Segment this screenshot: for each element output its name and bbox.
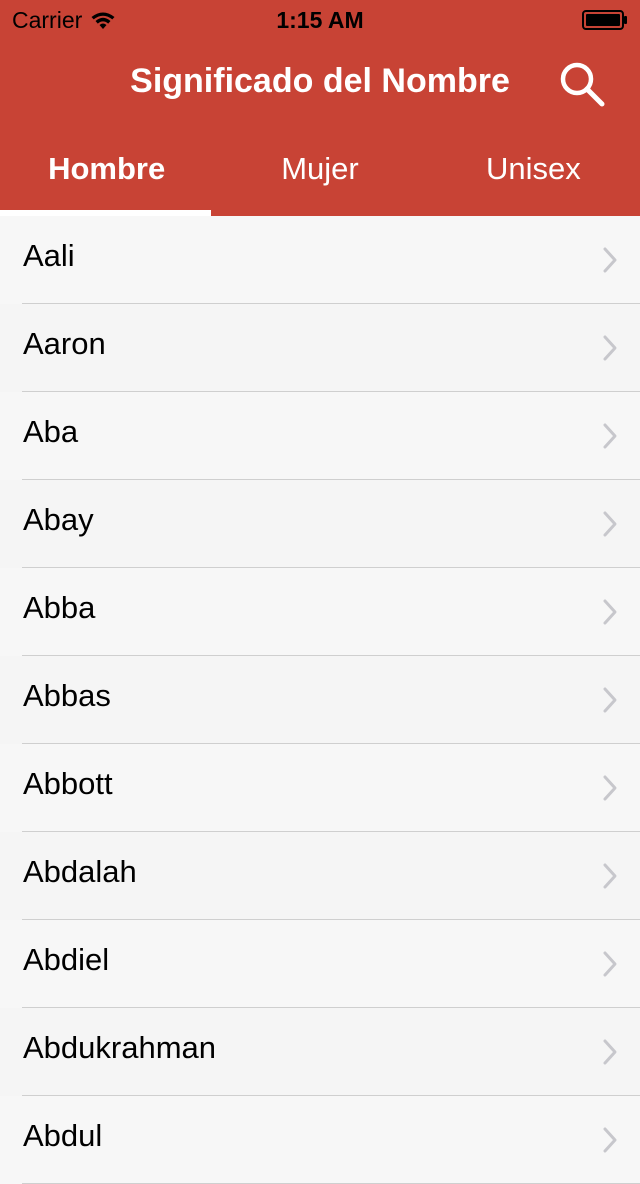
- list-item[interactable]: Aba: [0, 392, 640, 480]
- status-bar: Carrier 1:15 AM: [0, 0, 640, 40]
- chevron-right-icon: [603, 951, 617, 977]
- name-label: Abdalah: [23, 854, 137, 889]
- search-button[interactable]: [556, 58, 608, 110]
- name-label: Abbas: [23, 678, 111, 713]
- name-label: Abbott: [23, 766, 113, 801]
- name-label: Abdiel: [23, 942, 110, 977]
- chevron-right-icon: [603, 1039, 617, 1065]
- names-list: Aali Aaron Aba Abay Abba Abbas Abbott Ab…: [0, 216, 640, 1184]
- list-item[interactable]: Abdukrahman: [0, 1008, 640, 1096]
- list-item[interactable]: Abbas: [0, 656, 640, 744]
- list-item[interactable]: Aali: [0, 216, 640, 304]
- status-time: 1:15 AM: [276, 7, 364, 33]
- chevron-right-icon: [603, 335, 617, 361]
- chevron-right-icon: [603, 247, 617, 273]
- list-item[interactable]: Abdul: [0, 1096, 640, 1184]
- name-label: Aba: [23, 414, 79, 449]
- list-item[interactable]: Abdalah: [0, 832, 640, 920]
- list-item[interactable]: Abdiel: [0, 920, 640, 1008]
- chevron-right-icon: [603, 863, 617, 889]
- name-label: Abdul: [23, 1118, 103, 1153]
- page-title: Significado del Nombre: [130, 62, 510, 100]
- name-label: Aaron: [23, 326, 106, 361]
- header: Carrier 1:15 AM Significado del Nombre H…: [0, 0, 640, 216]
- list-item[interactable]: Abay: [0, 480, 640, 568]
- tab-unisex[interactable]: Unisex: [427, 140, 640, 216]
- chevron-right-icon: [603, 511, 617, 537]
- name-label: Abdukrahman: [23, 1030, 217, 1065]
- name-label: Aali: [23, 238, 75, 273]
- list-item[interactable]: Aaron: [0, 304, 640, 392]
- chevron-right-icon: [603, 1127, 617, 1153]
- name-label: Abba: [23, 590, 96, 625]
- tab-mujer[interactable]: Mujer: [213, 140, 426, 216]
- chevron-right-icon: [603, 687, 617, 713]
- search-icon: [560, 62, 605, 107]
- tab-hombre[interactable]: Hombre: [0, 140, 213, 216]
- chevron-right-icon: [603, 775, 617, 801]
- chevron-right-icon: [603, 599, 617, 625]
- battery-icon: [582, 10, 627, 30]
- segment-tabs: Hombre Mujer Unisex: [0, 140, 640, 216]
- chevron-right-icon: [603, 423, 617, 449]
- list-item[interactable]: Abba: [0, 568, 640, 656]
- name-label: Abay: [23, 502, 94, 537]
- list-item[interactable]: Abbott: [0, 744, 640, 832]
